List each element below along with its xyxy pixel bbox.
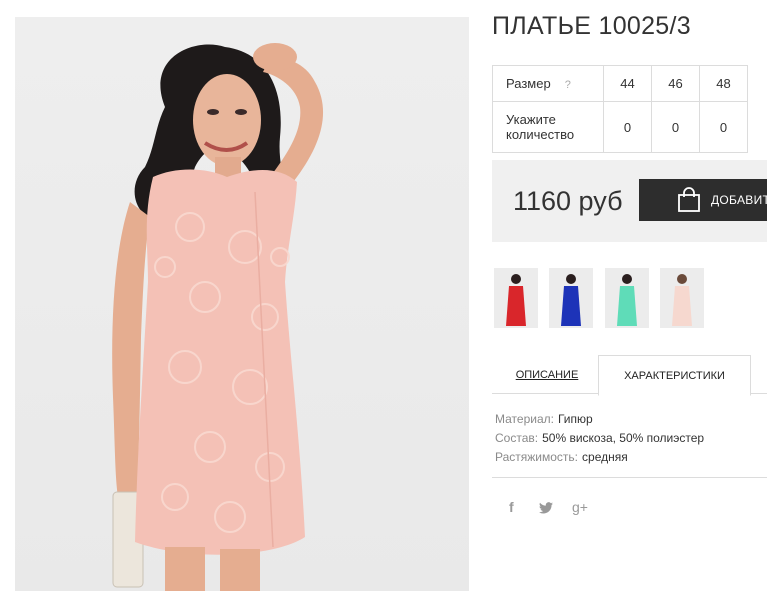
thumbnail-red-dress[interactable] xyxy=(494,268,538,328)
size-quantity-table: Размер? 44 46 48 Укажите количество 0 0 … xyxy=(492,65,748,153)
thumbnail-mint-dress[interactable] xyxy=(605,268,649,328)
spec-key: Состав: xyxy=(495,431,539,445)
quantity-input[interactable]: 0 xyxy=(699,101,748,153)
social-divider xyxy=(492,477,767,478)
shopping-bag-icon xyxy=(677,187,701,216)
product-specs: Материал: Гипюр Состав: 50% вискоза, 50% п… xyxy=(495,410,704,467)
quantity-input[interactable]: 0 xyxy=(651,101,700,153)
add-to-cart-button[interactable]: ДОБАВИТЬ xyxy=(639,179,767,221)
google-plus-icon[interactable]: g+ xyxy=(572,499,588,515)
twitter-icon[interactable] xyxy=(539,501,553,517)
spec-row-material: Материал: Гипюр xyxy=(495,410,704,429)
product-title: ПЛАТЬЕ 10025/3 xyxy=(492,12,691,40)
model-illustration xyxy=(112,43,324,591)
size-option: 46 xyxy=(651,65,700,102)
spec-key: Растяжимость: xyxy=(495,450,579,464)
spec-value: средняя xyxy=(582,450,628,464)
size-option: 48 xyxy=(699,65,748,102)
spec-key: Материал: xyxy=(495,412,554,426)
tab-description[interactable]: ОПИСАНИЕ xyxy=(496,355,598,393)
spec-row-composition: Состав: 50% вискоза, 50% полиэстер xyxy=(495,429,704,448)
quantity-row: Укажите количество 0 0 0 xyxy=(492,101,748,153)
tab-characteristics[interactable]: ХАРАКТЕРИСТИКИ xyxy=(598,355,751,396)
add-to-cart-label: ДОБАВИТЬ xyxy=(711,193,767,207)
size-option: 44 xyxy=(603,65,652,102)
spec-value: Гипюр xyxy=(557,412,593,426)
quantity-input[interactable]: 0 xyxy=(603,101,652,153)
product-main-image[interactable] xyxy=(15,17,469,591)
size-label-cell: Размер? xyxy=(492,65,604,102)
spec-row-stretch: Растяжимость: средняя xyxy=(495,448,704,467)
product-price: 1160 руб xyxy=(513,186,623,216)
spec-value: 50% вискоза, 50% полиэстер xyxy=(542,431,705,445)
size-row: Размер? 44 46 48 xyxy=(492,65,748,102)
quantity-label: Укажите количество xyxy=(492,101,604,153)
size-label: Размер xyxy=(506,76,551,91)
thumbnail-pink-dress[interactable] xyxy=(660,268,704,328)
size-help-icon[interactable]: ? xyxy=(565,79,571,91)
facebook-icon[interactable]: f xyxy=(509,499,514,515)
price-panel: 1160 руб ДОБАВИТЬ xyxy=(492,160,767,242)
thumbnail-blue-dress[interactable] xyxy=(549,268,593,328)
